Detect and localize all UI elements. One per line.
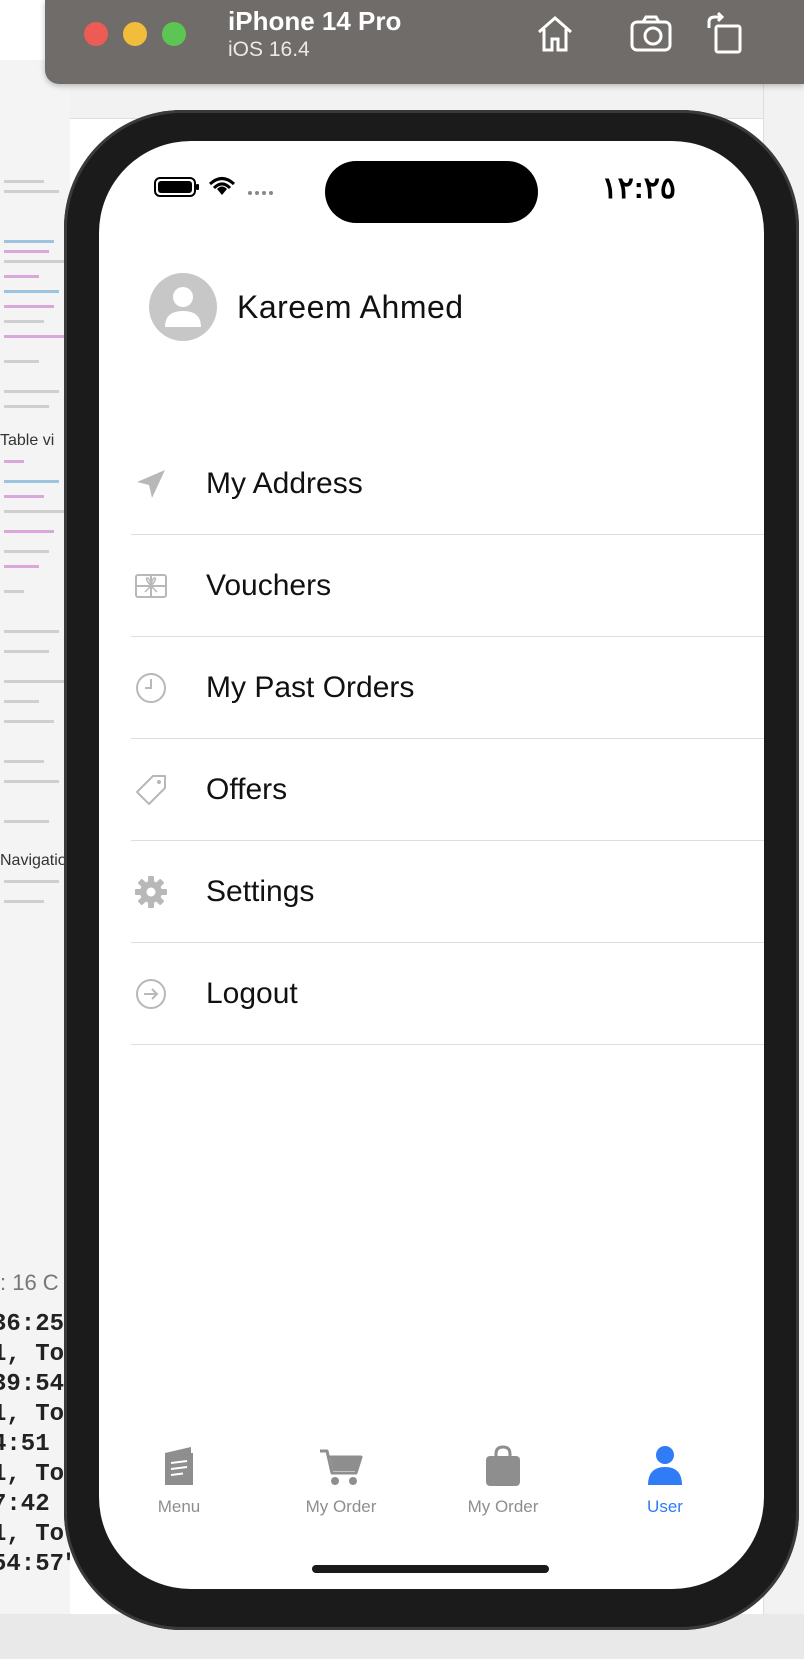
ide-label-table-view: Table vi <box>0 432 55 449</box>
simulator-os-version: iOS 16.4 <box>228 38 310 61</box>
status-time: ١٢:٢٥ <box>601 172 676 205</box>
console-line: 1, To <box>0 1401 65 1428</box>
logout-arrow-icon <box>133 976 169 1012</box>
console-line: 4:51 <box>0 1431 50 1458</box>
status-indicators <box>154 175 284 204</box>
bag-icon <box>443 1441 563 1487</box>
ide-label-navigation: Navigatio <box>0 852 67 869</box>
book-icon <box>119 1441 239 1487</box>
console-line: 1, To <box>0 1521 65 1548</box>
tag-icon <box>133 772 169 808</box>
side-menu: My Address Vouchers My Past Orders Offer… <box>131 433 764 1045</box>
menu-item-my-address[interactable]: My Address <box>131 433 764 535</box>
person-icon <box>165 287 201 327</box>
profile-header[interactable]: Kareem Ahmed <box>149 273 464 341</box>
home-icon[interactable] <box>533 12 577 56</box>
ide-console-header: : 16 C <box>0 1270 59 1295</box>
menu-item-logout[interactable]: Logout <box>131 943 764 1045</box>
person-icon <box>605 1441 725 1487</box>
console-line: 54:57") <box>0 1551 70 1578</box>
menu-item-my-past-orders[interactable]: My Past Orders <box>131 637 764 739</box>
tab-label: Menu <box>157 1497 201 1516</box>
gift-card-icon <box>133 568 169 604</box>
cart-icon <box>281 1441 401 1487</box>
tab-label: My Order <box>467 1497 539 1516</box>
phone-screen: ١٢:٢٥ Kareem Ahmed My Address Vouchers M… <box>99 141 764 1589</box>
tab-label: My Order <box>305 1497 377 1516</box>
tab-bar: Menu My Order My Order User <box>99 1441 764 1541</box>
ide-console: 36:25 1, To 39:54 1, To 4:51 1, To 7:42 … <box>0 1310 70 1659</box>
zoom-window-button[interactable] <box>162 22 186 46</box>
avatar <box>149 273 217 341</box>
minimize-window-button[interactable] <box>123 22 147 46</box>
menu-item-label: Vouchers <box>206 568 332 602</box>
tab-my-order-bag[interactable]: My Order <box>443 1441 563 1517</box>
screenshot-icon[interactable] <box>629 12 673 56</box>
menu-item-label: Settings <box>206 874 315 908</box>
clock-icon <box>133 670 169 706</box>
gear-icon <box>133 874 169 910</box>
menu-item-vouchers[interactable]: Vouchers <box>131 535 764 637</box>
simulator-title-bar: iPhone 14 Pro iOS 16.4 <box>45 0 804 84</box>
console-line: 36:25 <box>0 1311 65 1338</box>
tab-label: User <box>647 1497 683 1516</box>
console-line: 1, To <box>0 1461 65 1488</box>
console-line: 1, To <box>0 1341 65 1368</box>
menu-item-label: My Past Orders <box>206 670 415 704</box>
home-indicator[interactable] <box>312 1565 549 1573</box>
menu-item-label: Offers <box>206 772 288 806</box>
console-line: 39:54 <box>0 1371 65 1398</box>
menu-item-label: My Address <box>206 466 363 500</box>
tab-my-order-cart[interactable]: My Order <box>281 1441 401 1517</box>
dynamic-island <box>325 161 538 223</box>
console-line: 7:42 <box>0 1491 50 1518</box>
close-window-button[interactable] <box>84 22 108 46</box>
tab-user[interactable]: User <box>605 1441 725 1517</box>
menu-item-label: Logout <box>206 976 298 1010</box>
menu-item-offers[interactable]: Offers <box>131 739 764 841</box>
tab-menu[interactable]: Menu <box>119 1441 239 1517</box>
location-arrow-icon <box>133 466 169 502</box>
simulator-device-name: iPhone 14 Pro <box>228 6 402 36</box>
profile-name: Kareem Ahmed <box>237 288 464 325</box>
rotate-icon[interactable] <box>703 11 747 56</box>
menu-item-settings[interactable]: Settings <box>131 841 764 943</box>
